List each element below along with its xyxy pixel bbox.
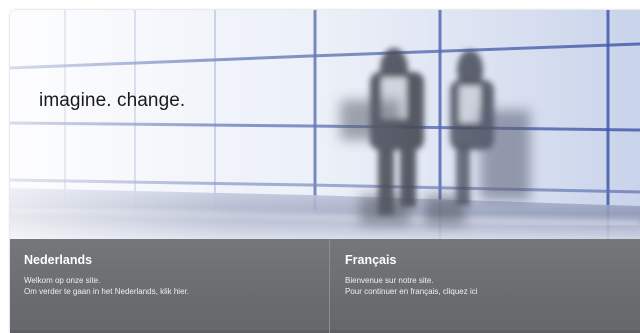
language-title: Nederlands [24,253,93,267]
welcome-text: Bienvenue sur notre site. [345,276,434,285]
continue-link[interactable]: Om verder te gaan in het Nederlands, kli… [24,286,329,297]
hero-image [10,10,640,239]
splash-container: imagine. change. Nederlands Welkom op on… [10,10,640,333]
language-title: Français [345,253,397,267]
language-option-nederlands[interactable]: Nederlands Welkom op onze site. Om verde… [10,239,330,333]
language-selector: Nederlands Welkom op onze site. Om verde… [10,239,640,333]
continue-link[interactable]: Pour continuer en français, cliquez ici [345,286,640,297]
tagline: imagine. change. [39,90,186,111]
hero-banner: imagine. change. [10,10,640,239]
language-option-francais[interactable]: Français Bienvenue sur notre site. Pour … [330,239,640,333]
welcome-text: Welkom op onze site. [24,276,101,285]
